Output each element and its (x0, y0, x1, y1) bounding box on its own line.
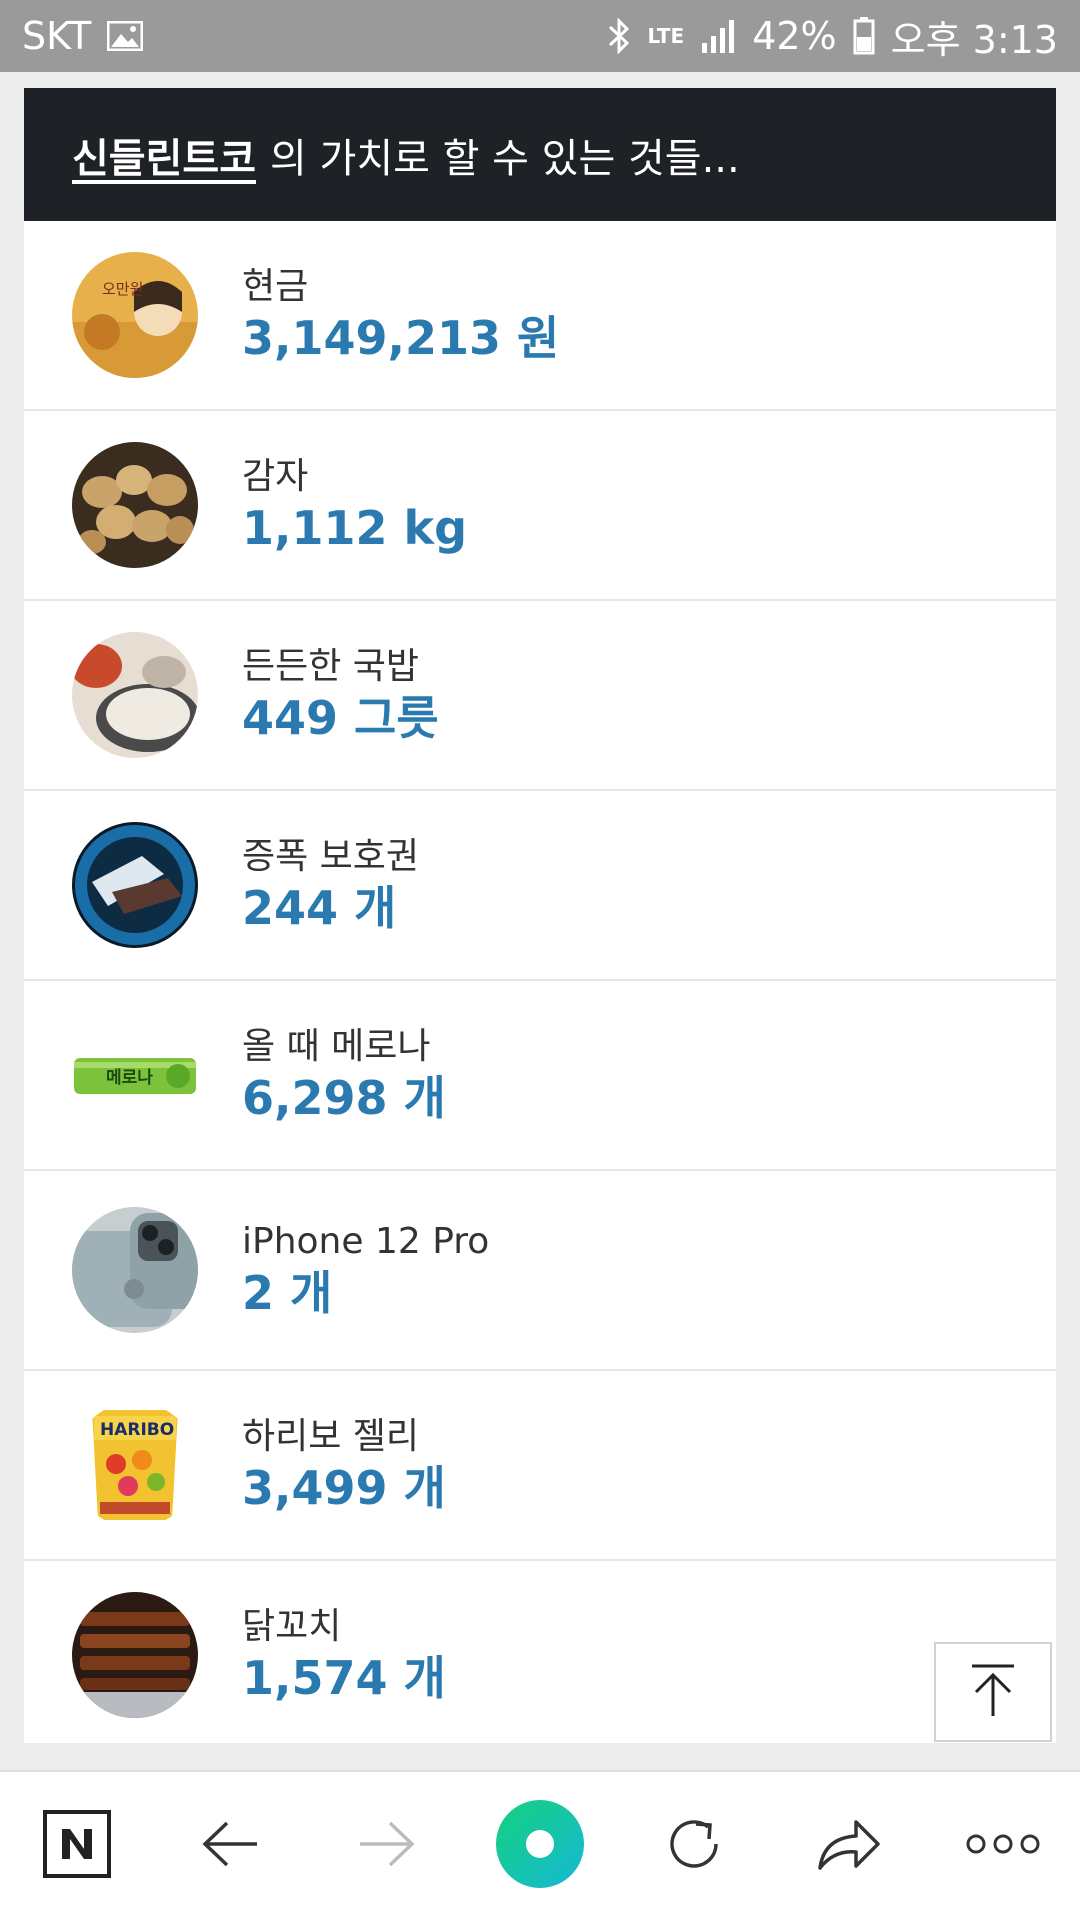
list-item: 증폭 보호권 244 개 (24, 791, 1056, 981)
naver-green-dot-button[interactable] (480, 1786, 600, 1906)
item-label: iPhone 12 Pro (242, 1220, 490, 1262)
list-item: iPhone 12 Pro 2 개 (24, 1171, 1056, 1371)
item-value: 1,574 개 (242, 1650, 446, 1705)
melona-text: 메로나 (106, 1068, 153, 1088)
naver-home-button[interactable] (17, 1786, 137, 1906)
forward-button[interactable] (326, 1786, 446, 1906)
list-item: 닭꼬치 1,574 개 (24, 1561, 1056, 1743)
chicken-skewer-icon (72, 1592, 198, 1718)
list-item: 메로나 올 때 메로나 6,298 개 (24, 981, 1056, 1171)
refresh-button[interactable] (634, 1786, 754, 1906)
arrow-right-icon (356, 1819, 416, 1873)
browser-toolbar (0, 1770, 1080, 1920)
list-item: 든든한 국밥 449 그릇 (24, 601, 1056, 791)
cash-bill-icon: 오만원 (72, 252, 198, 378)
potato-icon (72, 442, 198, 568)
header-suffix: 의 가치로 할 수 있는 것들... (270, 135, 740, 182)
item-label: 감자 (242, 455, 309, 497)
value-list-panel: 신들린트코 의 가치로 할 수 있는 것들... 오만원 현금 3,149,21… (24, 88, 1056, 1743)
status-right: LTE 42% 오후 3:13 (607, 9, 1058, 64)
item-value: 6,298 개 (242, 1070, 446, 1125)
status-left: SKT (22, 14, 144, 58)
gukbap-icon (72, 632, 198, 758)
item-label: 증폭 보호권 (242, 835, 420, 877)
refresh-icon (662, 1812, 726, 1880)
item-value: 2 개 (242, 1265, 333, 1320)
scroll-to-top-button[interactable] (934, 1642, 1052, 1742)
share-button[interactable] (789, 1786, 909, 1906)
naver-n-icon (42, 1809, 112, 1883)
item-label: 닭꼬치 (242, 1605, 342, 1647)
item-value: 449 그릇 (242, 690, 439, 745)
list-item: 오만원 현금 3,149,213 원 (24, 221, 1056, 411)
list-item: 감자 1,112 kg (24, 411, 1056, 601)
clock: 오후 3:13 (890, 17, 1058, 62)
item-label: 올 때 메로나 (242, 1025, 431, 1067)
image-notification-icon (107, 21, 144, 51)
haribo-icon: HARIBO (72, 1402, 198, 1528)
item-value: 244 개 (242, 880, 397, 935)
coin-name-link[interactable]: 신들린트코 (72, 126, 256, 184)
arrow-up-to-line-icon (968, 1662, 1018, 1722)
item-value: 3,149,213 원 (242, 310, 560, 365)
more-menu-button[interactable] (943, 1786, 1063, 1906)
item-label: 현금 (242, 265, 309, 307)
item-value: 3,499 개 (242, 1460, 446, 1515)
carrier-label: SKT (22, 14, 92, 58)
bill-text: 오만원 (102, 280, 143, 298)
battery-icon (853, 17, 875, 55)
share-arrow-icon (816, 1816, 882, 1876)
haribo-text: HARIBO (100, 1420, 174, 1440)
protection-scroll-icon (72, 822, 198, 948)
list-item: HARIBO 하리보 젤리 3,499 개 (24, 1371, 1056, 1561)
battery-percent: 42% (752, 14, 837, 58)
green-dot-icon (495, 1799, 585, 1893)
more-dots-icon (966, 1832, 1040, 1860)
back-button[interactable] (171, 1786, 291, 1906)
melona-icon: 메로나 (72, 1012, 198, 1138)
bluetooth-icon (607, 18, 631, 54)
signal-icon (700, 19, 736, 53)
iphone-icon (72, 1207, 198, 1333)
item-value: 1,112 kg (242, 500, 468, 555)
network-type-label: LTE (647, 24, 685, 48)
item-label: 하리보 젤리 (242, 1415, 420, 1457)
item-label: 든든한 국밥 (242, 645, 420, 687)
status-bar: SKT LTE 42% 오후 3:13 (0, 0, 1080, 72)
panel-header: 신들린트코 의 가치로 할 수 있는 것들... (24, 88, 1056, 221)
arrow-left-icon (201, 1819, 261, 1873)
